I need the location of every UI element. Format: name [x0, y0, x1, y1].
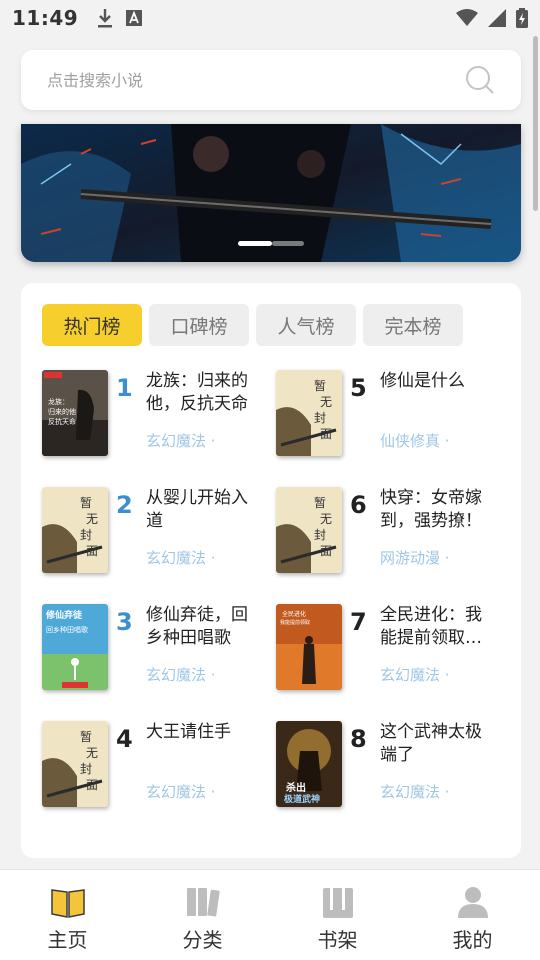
svg-text:无: 无 [320, 395, 332, 409]
book-title[interactable]: 快穿：女帝嫁到，强势撩！ [380, 487, 492, 533]
svg-text:面: 面 [320, 544, 332, 558]
tab-completed[interactable]: 完本榜 [363, 304, 463, 346]
category-icon [186, 888, 220, 917]
profile-icon [457, 887, 488, 918]
download-icon [98, 9, 113, 28]
book-tag[interactable]: 玄幻魔法 · [380, 664, 450, 685]
svg-text:我能提前领取: 我能提前领取 [280, 619, 310, 626]
nav-home[interactable]: 主页 [0, 870, 135, 960]
nav-label: 书架 [317, 928, 358, 952]
status-bar: 11:49 [0, 0, 540, 36]
book-cover[interactable]: 暂无封面 [42, 721, 108, 807]
bottom-navigation: 主页 分类 书架 我的 [0, 869, 540, 960]
book-title[interactable]: 龙族：归来的他，反抗天命 [146, 370, 258, 416]
svg-text:封: 封 [80, 762, 92, 776]
book-cover[interactable]: 杀出 极道武神 [276, 721, 342, 807]
rank-number: 2 [116, 491, 133, 519]
svg-text:回乡种田唱歌: 回乡种田唱歌 [46, 625, 88, 634]
nav-label: 我的 [452, 928, 493, 952]
book-tag[interactable]: 玄幻魔法 · [146, 781, 216, 802]
search-input[interactable] [47, 70, 465, 90]
nav-category[interactable]: 分类 [135, 870, 270, 960]
book-item[interactable]: 暂无封面 5 修仙是什么 仙侠修真 · [276, 370, 506, 460]
ranking-tabs: 热门榜 口碑榜 人气榜 完本榜 [42, 304, 463, 346]
book-item[interactable]: 暂无封面 6 快穿：女帝嫁到，强势撩！ 网游动漫 · [276, 487, 506, 577]
svg-text:修仙弃徒: 修仙弃徒 [45, 609, 83, 621]
rank-number: 5 [350, 374, 367, 402]
book-tag[interactable]: 玄幻魔法 · [146, 547, 216, 568]
book-item[interactable]: 修仙弃徒回乡种田唱歌 3 修仙弃徒，回乡种田唱歌 玄幻魔法 · [42, 604, 272, 694]
svg-text:无: 无 [86, 746, 98, 760]
book-item[interactable]: 杀出 极道武神 8 这个武神太极端了 玄幻魔法 · [276, 721, 506, 811]
svg-text:暂: 暂 [314, 379, 326, 393]
tab-reputation[interactable]: 口碑榜 [149, 304, 249, 346]
tab-hot[interactable]: 热门榜 [42, 304, 142, 346]
rank-number: 6 [350, 491, 367, 519]
nav-bookshelf[interactable]: 书架 [270, 870, 405, 960]
battery-icon [516, 8, 528, 28]
nav-profile[interactable]: 我的 [405, 870, 540, 960]
svg-text:杀出: 杀出 [286, 781, 306, 794]
svg-text:暂: 暂 [314, 496, 326, 510]
book-tag[interactable]: 网游动漫 · [380, 547, 450, 568]
book-title[interactable]: 从婴儿开始入道 [146, 487, 258, 533]
svg-text:极道武神: 极道武神 [284, 793, 320, 805]
book-title[interactable]: 修仙是什么 [380, 370, 492, 393]
svg-text:面: 面 [86, 544, 98, 558]
app-notification-icon [126, 10, 143, 26]
svg-text:面: 面 [86, 778, 98, 792]
book-open-icon [50, 889, 85, 918]
search-icon[interactable] [465, 65, 495, 95]
carousel-dot [272, 241, 304, 246]
svg-text:无: 无 [86, 512, 98, 526]
rank-number: 8 [350, 725, 367, 753]
book-tag[interactable]: 仙侠修真 · [380, 430, 450, 451]
carousel-indicator [238, 241, 304, 246]
book-cover[interactable]: 暂无封面 [276, 370, 342, 456]
nav-label: 分类 [182, 928, 223, 952]
book-title[interactable]: 大王请住手 [146, 721, 258, 744]
rank-number: 4 [116, 725, 133, 753]
book-cover[interactable]: 龙族： 归来的他 反抗天命 [42, 370, 108, 456]
svg-text:全民进化: 全民进化 [282, 610, 306, 618]
svg-text:无: 无 [320, 512, 332, 526]
tab-popularity[interactable]: 人气榜 [256, 304, 356, 346]
carousel-dot-active [238, 241, 272, 246]
book-item[interactable]: 全民进化 我能提前领取 7 全民进化：我能提前领取… 玄幻魔法 · [276, 604, 506, 694]
book-title[interactable]: 这个武神太极端了 [380, 721, 492, 767]
svg-text:封: 封 [314, 411, 326, 425]
svg-text:封: 封 [80, 528, 92, 542]
search-bar[interactable] [21, 50, 521, 110]
cover-text: 龙族： [48, 397, 69, 406]
cover-text: 归来的他 [48, 407, 76, 416]
book-tag[interactable]: 玄幻魔法 · [146, 430, 216, 451]
book-title[interactable]: 修仙弃徒，回乡种田唱歌 [146, 604, 258, 650]
cellular-signal-icon [488, 9, 506, 27]
book-cover[interactable]: 修仙弃徒回乡种田唱歌 [42, 604, 108, 690]
book-item[interactable]: 暂无封面 2 从婴儿开始入道 玄幻魔法 · [42, 487, 272, 577]
book-title[interactable]: 全民进化：我能提前领取… [380, 604, 492, 650]
svg-text:面: 面 [320, 427, 332, 441]
book-cover[interactable]: 全民进化 我能提前领取 [276, 604, 342, 690]
rank-number: 7 [350, 608, 367, 636]
book-cover[interactable]: 暂无封面 [42, 487, 108, 573]
rank-number: 1 [116, 374, 133, 402]
cover-text: 反抗天命 [48, 417, 76, 426]
bookshelf-icon [322, 888, 353, 918]
scrollbar[interactable] [533, 36, 538, 211]
status-time: 11:49 [12, 6, 79, 30]
book-item[interactable]: 龙族： 归来的他 反抗天命 1 龙族：归来的他，反抗天命 玄幻魔法 · [42, 370, 272, 460]
nav-label: 主页 [47, 928, 88, 952]
book-tag[interactable]: 玄幻魔法 · [380, 781, 450, 802]
book-cover[interactable]: 暂无封面 [276, 487, 342, 573]
banner-carousel[interactable] [21, 124, 521, 262]
svg-text:暂: 暂 [80, 730, 92, 744]
book-item[interactable]: 暂无封面 4 大王请住手 玄幻魔法 · [42, 721, 272, 811]
wifi-icon [456, 9, 478, 26]
svg-text:暂: 暂 [80, 496, 92, 510]
rank-number: 3 [116, 608, 133, 636]
book-tag[interactable]: 玄幻魔法 · [146, 664, 216, 685]
ranking-card: 热门榜 口碑榜 人气榜 完本榜 龙族： 归来的他 反抗天命 1 龙族：归来的他，… [21, 283, 521, 858]
svg-text:封: 封 [314, 528, 326, 542]
